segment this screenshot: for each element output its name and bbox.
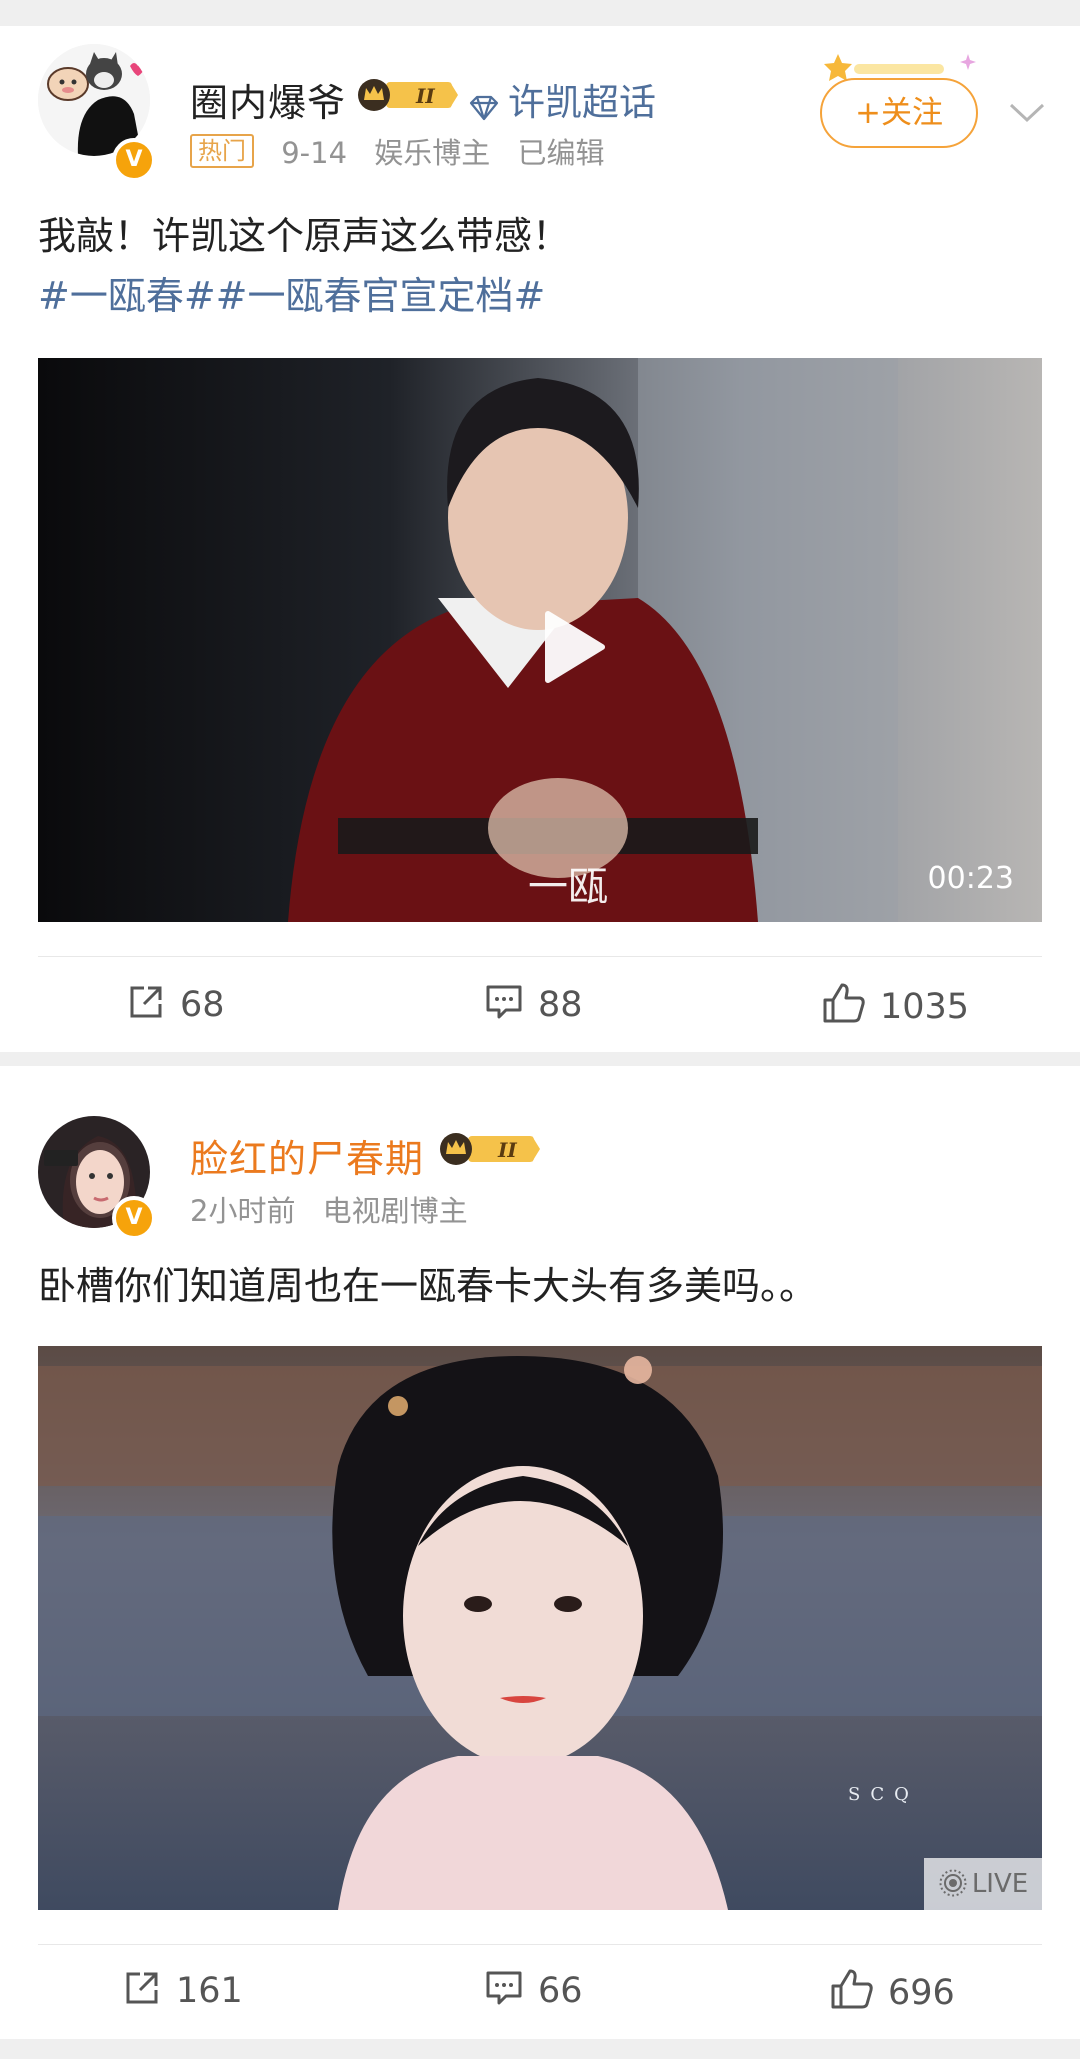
post-text: 我敲！许凯这个原声这么带感！ #一瓯春##一瓯春官宣定档# <box>38 206 1038 326</box>
comment-count: 88 <box>538 985 583 1025</box>
hot-tag: 热门 <box>190 134 254 168</box>
like-button[interactable]: 1035 <box>822 982 969 1027</box>
vip-crown-badge: II <box>356 78 458 112</box>
image-watermark: SCQ <box>848 1784 919 1805</box>
chevron-down-icon[interactable] <box>1008 102 1046 128</box>
edited-label: 已编辑 <box>517 136 605 170</box>
svg-text:II: II <box>415 84 435 108</box>
comment-button[interactable]: 66 <box>484 1968 583 2011</box>
follow-button[interactable]: +关注 <box>820 78 978 148</box>
post-body: 我敲！许凯这个原声这么带感！ <box>38 214 571 258</box>
like-count: 696 <box>888 1973 955 2013</box>
repost-count: 68 <box>180 985 225 1025</box>
diamond-icon <box>468 87 500 130</box>
username[interactable]: 脸红的尸春期 <box>190 1128 424 1183</box>
username[interactable]: 圈内爆爷 <box>190 72 346 127</box>
post-body: 卧槽你们知道周也在一瓯春卡大头有多美吗。。 <box>38 1264 818 1308</box>
comment-icon <box>486 1971 522 2005</box>
like-icon <box>823 983 865 1023</box>
live-label: LIVE <box>971 1869 1029 1899</box>
hashtag-link[interactable]: #一瓯春##一瓯春官宣定档# <box>38 266 1038 326</box>
verified-badge: V <box>112 1196 156 1240</box>
repost-button[interactable]: 68 <box>126 982 225 1025</box>
live-badge[interactable]: LIVE <box>924 1858 1042 1910</box>
repost-icon <box>130 986 162 1018</box>
repost-count: 161 <box>176 1971 243 2011</box>
divider <box>38 956 1042 957</box>
video-thumbnail <box>38 358 1042 922</box>
verified-badge: V <box>112 138 156 182</box>
video-player[interactable]: 一瓯 00:23 <box>38 358 1042 922</box>
post-card-1: V 圈内爆爷 II 许凯超话 +关注 热门 9-14 娱乐博主 已编辑 我敲！许… <box>0 26 1080 1052</box>
post-card-2: V 脸红的尸春期 II 2小时前 电视剧博主 卧槽你们知道周也在一瓯春卡大头有多… <box>0 1066 1080 2039</box>
comment-icon <box>486 985 522 1019</box>
post-time: 2小时前 <box>190 1194 296 1228</box>
video-watermark: 一瓯 <box>528 864 608 910</box>
post-date: 9-14 <box>281 136 348 170</box>
divider <box>38 1944 1042 1945</box>
author-role: 电视剧博主 <box>322 1194 468 1228</box>
super-topic-link[interactable]: 许凯超话 <box>468 72 656 130</box>
like-button[interactable]: 696 <box>830 1968 955 2013</box>
comment-count: 66 <box>538 1971 583 2011</box>
svg-text:II: II <box>497 1138 517 1162</box>
live-photo[interactable]: SCQ LIVE <box>38 1346 1042 1910</box>
live-photo-image <box>38 1346 1042 1910</box>
repost-icon <box>126 1972 158 2004</box>
live-icon <box>939 1869 967 1897</box>
play-icon[interactable] <box>542 608 608 690</box>
like-icon <box>831 1969 873 2009</box>
super-topic-label: 许凯超话 <box>508 81 656 124</box>
comment-button[interactable]: 88 <box>484 982 583 1025</box>
video-duration: 00:23 <box>927 861 1014 896</box>
vip-crown-badge: II <box>438 1132 540 1166</box>
like-count: 1035 <box>880 987 970 1027</box>
repost-button[interactable]: 161 <box>122 1968 243 2011</box>
author-role: 娱乐博主 <box>374 136 491 170</box>
post-meta: 热门 9-14 娱乐博主 已编辑 <box>190 130 623 172</box>
post-meta: 2小时前 电视剧博主 <box>190 1188 486 1230</box>
